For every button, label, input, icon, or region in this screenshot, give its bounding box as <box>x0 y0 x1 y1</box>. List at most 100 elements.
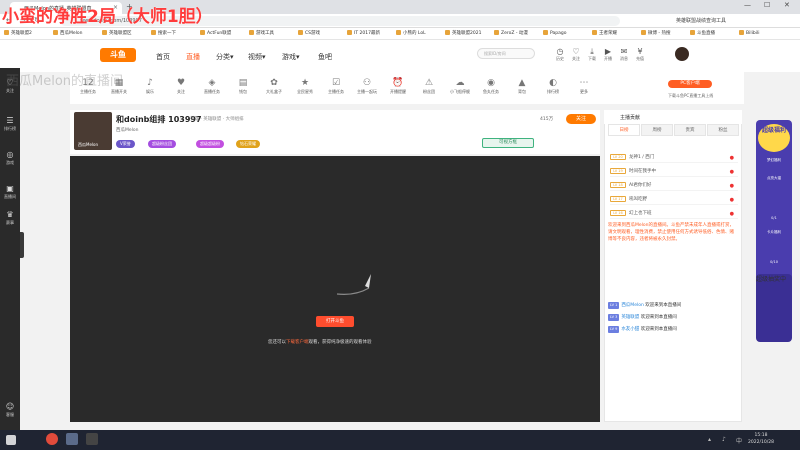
category-item[interactable]: ☁ 小飞船停舰 <box>446 77 474 95</box>
header-icon[interactable]: ¥ 充值 <box>630 47 650 62</box>
user-avatar[interactable] <box>675 47 689 61</box>
site-logo[interactable]: 斗鱼 <box>100 48 136 62</box>
bookmark-item[interactable]: IT 2017最新 <box>347 30 380 36</box>
bookmark-item[interactable]: 英雄联盟区 <box>102 30 132 36</box>
rank-row[interactable]: LV 18 AI君你们好 ● <box>610 180 738 191</box>
sidebar-item[interactable]: ☰ 排行榜 <box>0 116 20 132</box>
site-search-input[interactable]: 搜索ID/房间 <box>477 48 535 59</box>
nav-item[interactable]: 首页 <box>156 52 170 62</box>
bookmark-item[interactable]: Bilibili <box>739 30 759 36</box>
bookmark-item[interactable]: 斗鱼直播 <box>690 30 715 36</box>
nav-item[interactable]: 视频▾ <box>248 52 266 62</box>
follow-button[interactable]: 关注 <box>566 114 596 124</box>
header-icon-label: 开播 <box>604 56 612 61</box>
contribution-title: 主播贡献 <box>620 115 641 121</box>
bookmark-item[interactable]: 英雄联盟2 <box>4 30 32 36</box>
rank-level-badge: LV 18 <box>610 182 626 188</box>
bookmark-item[interactable]: Papago <box>543 30 567 36</box>
ime-icon[interactable]: 中 <box>736 436 742 445</box>
quality-button[interactable]: 可视方框 <box>482 138 534 148</box>
nav-item[interactable]: 分类▾ <box>216 52 234 62</box>
sidebar-item[interactable]: ♛ 赛事 <box>0 210 20 226</box>
sidebar-collapse-handle[interactable] <box>20 232 24 258</box>
bookmark-item[interactable]: 游戏工具 <box>249 30 274 36</box>
nav-item[interactable]: 游戏▾ <box>282 52 300 62</box>
streamer-badge: 超级超级粉 <box>196 140 224 148</box>
close-window-button[interactable]: ✕ <box>784 1 790 9</box>
streamer-avatar[interactable]: 西瓜Melon <box>74 112 112 150</box>
rank-row[interactable]: LV 16 幻上也下班 ● <box>610 208 738 219</box>
streamer-name[interactable]: 西瓜Melon <box>116 127 139 133</box>
bookmark-item[interactable]: CS游戏 <box>298 30 320 36</box>
category-item[interactable]: ⚠ 粉丝团 <box>415 77 443 95</box>
rank-name: 时间在我手中 <box>629 169 656 174</box>
download-client-link[interactable]: 下载客户端 <box>286 340 309 345</box>
bookmark-item[interactable]: 西瓜Melon <box>53 30 83 36</box>
maximize-button[interactable]: ☐ <box>764 1 770 9</box>
category-item[interactable]: ⏰ 开播提醒 <box>384 77 412 95</box>
watermark: 西瓜Melon的直播间 <box>6 74 124 89</box>
sidebar-item[interactable]: ☺ 客服 <box>0 402 20 418</box>
bookmark-item[interactable]: 微博 - 热搜 <box>641 30 670 36</box>
open-app-button[interactable]: 打开斗鱼 <box>316 316 354 327</box>
category-item[interactable]: ◐ 排行榜 <box>539 77 567 95</box>
chat-level-badge: LV 3 <box>608 314 620 321</box>
bookmark-item[interactable]: ActFun联盟 <box>200 30 231 36</box>
stream-overlay-title: 小蛮的净胜2局（大师1胆） <box>2 7 213 27</box>
category-item[interactable]: ♥ 关注 <box>167 77 195 95</box>
rank-tab[interactable]: 贵宾 <box>674 124 706 136</box>
category-item[interactable]: ◉ 鱼丸任务 <box>477 77 505 95</box>
rank-tab[interactable]: 日榜 <box>608 124 640 136</box>
category-item[interactable]: ⋯ 更多 <box>570 77 598 95</box>
promo-item: 点亮大锚 <box>767 176 781 180</box>
bookmark-item[interactable]: 英雄联盟2021 <box>445 30 481 36</box>
rank-row[interactable]: LV 17 吼叫吃野 ● <box>610 194 738 205</box>
nav-item[interactable]: 鱼吧 <box>318 52 332 62</box>
category-item[interactable]: ▲ 背包 <box>508 77 536 95</box>
pc-client-button[interactable]: PC客户端 <box>668 80 712 88</box>
category-item[interactable]: ✿ 大礼盒子 <box>260 77 288 95</box>
category-icon: ⚠ <box>424 78 434 88</box>
header-icon-glyph: ¥ <box>637 47 643 56</box>
toolbar-search-hint[interactable]: 英雄联盟战绩查询工具 <box>676 17 726 24</box>
category-item[interactable]: ◈ 直播任务 <box>198 77 226 95</box>
category-item[interactable]: ★ 全民星秀 <box>291 77 319 95</box>
network-icon[interactable]: ▴ <box>708 436 711 443</box>
category-label: 鱼丸任务 <box>483 89 499 94</box>
sidebar-item[interactable]: ◎ 游戏 <box>0 150 20 166</box>
volume-icon[interactable]: ♪ <box>722 436 726 443</box>
bookmark-item[interactable]: ZeroZ - 动漫 <box>494 30 528 36</box>
category-label: 开播提醒 <box>390 89 406 94</box>
minimize-button[interactable]: — <box>744 1 751 9</box>
rank-tab[interactable]: 粉丝 <box>707 124 739 136</box>
bookmark-item[interactable]: 搜索一下 <box>151 30 176 36</box>
category-icon: ◉ <box>487 78 495 88</box>
clock-time: 15:18 <box>754 433 768 438</box>
category-item[interactable]: ▤ 钱包 <box>229 77 257 95</box>
rank-tab[interactable]: 周榜 <box>641 124 673 136</box>
category-item[interactable]: ☑ 主播任务 <box>322 77 350 95</box>
app-icon[interactable] <box>86 433 98 445</box>
app-icon[interactable] <box>66 433 78 445</box>
rank-name: 吼叫吃野 <box>629 197 647 202</box>
sidebar-item[interactable]: ▣ 直播间 <box>0 184 20 200</box>
bookmark-item[interactable]: 王者荣耀 <box>592 30 617 36</box>
start-icon[interactable] <box>6 435 16 445</box>
category-item[interactable]: ♪ 娱乐 <box>136 77 164 95</box>
category-item[interactable]: ⚇ 主播一起玩 <box>353 77 381 95</box>
rank-row[interactable]: LV 19 时间在我手中 ● <box>610 166 738 177</box>
promo-lottery[interactable]: 超级抽奖中 <box>756 274 792 342</box>
chat-username[interactable]: 西瓜Melon <box>621 303 644 308</box>
chat-username[interactable]: 英雄联盟 <box>621 315 639 320</box>
bookmark-item[interactable]: 小熊的 LoL <box>396 30 426 36</box>
category-label: 主播任务 <box>328 89 344 94</box>
chat-username[interactable]: 水友小甜 <box>621 327 639 332</box>
rank-level-badge: LV 17 <box>610 196 626 202</box>
chrome-icon[interactable] <box>46 433 58 445</box>
chat-message: LV 1 西瓜Melon 欢迎来到本直播间 <box>608 302 738 309</box>
nav-item[interactable]: 直播 <box>186 52 200 62</box>
category-label: 更多 <box>580 89 588 94</box>
streamer-badge: 超级粉丝团 <box>148 140 176 148</box>
rank-row[interactable]: LV 20 龙神1 / 西门 ● <box>610 152 738 163</box>
player-tip: 您还可以下载客户端观看，获得纯净极速的观看体验 <box>268 339 372 345</box>
